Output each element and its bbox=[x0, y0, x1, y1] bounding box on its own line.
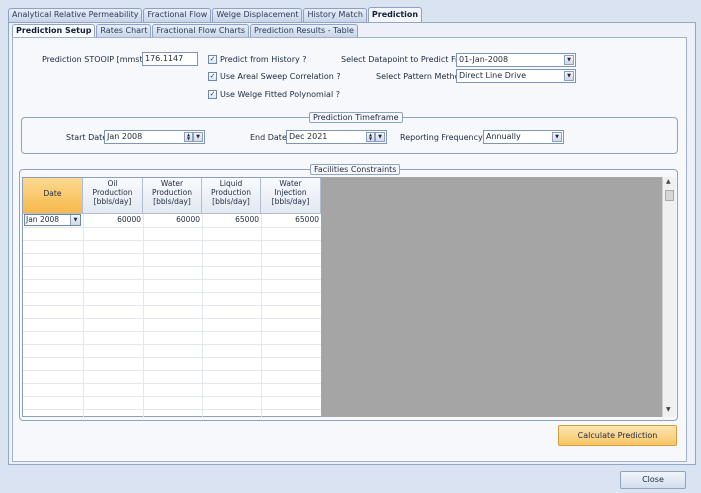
chevron-down-icon[interactable]: ▼ bbox=[564, 71, 574, 81]
tab-welge-displacement[interactable]: Welge Displacement bbox=[212, 8, 303, 22]
welge-polynomial-label: Use Welge Fitted Polynomial ? bbox=[220, 90, 340, 99]
header-text: Date bbox=[43, 189, 62, 198]
grid-row-line bbox=[23, 344, 321, 345]
header-text: Liquid bbox=[219, 179, 243, 188]
datapoint-label: Select Datapoint to Predict From bbox=[341, 55, 471, 64]
header-text: Injection bbox=[274, 188, 307, 197]
chevron-down-icon[interactable]: ▼ bbox=[552, 132, 562, 142]
grid-row-line bbox=[23, 357, 321, 358]
date-cell-value: Jan 2008 bbox=[26, 215, 60, 224]
pattern-method-value: Direct Line Drive bbox=[459, 71, 527, 80]
reporting-frequency-value: Annually bbox=[486, 132, 521, 141]
reporting-frequency-select[interactable]: Annually ▼ bbox=[483, 130, 564, 144]
stooip-label: Prediction STOOIP [mmstb] bbox=[42, 55, 151, 64]
grid-empty-area bbox=[321, 177, 662, 417]
facilities-constraints-title: Facilities Constraints bbox=[310, 164, 401, 175]
grid-row-line bbox=[23, 383, 321, 384]
stooip-input[interactable]: 176.1147 bbox=[142, 52, 198, 66]
table-row[interactable]: Jan 2008 ▼ bbox=[23, 214, 83, 227]
grid-column-line bbox=[83, 214, 84, 417]
grid-row-line bbox=[23, 253, 321, 254]
calculate-prediction-button[interactable]: Calculate Prediction bbox=[558, 425, 677, 446]
main-tab-strip: Analytical Relative Permeability Fractio… bbox=[8, 7, 423, 22]
datapoint-value: 01-Jan-2008 bbox=[459, 55, 509, 64]
end-date-label: End Date bbox=[250, 133, 287, 142]
predict-from-history-label: Predict from History ? bbox=[220, 55, 307, 64]
column-header-liquid-production[interactable]: Liquid Production [bbls/day] bbox=[202, 178, 261, 214]
header-text: Production bbox=[92, 188, 133, 197]
end-date-picker[interactable]: Dec 2021 ▲ ▼ ▼ bbox=[286, 130, 387, 144]
chevron-down-icon[interactable]: ▼ bbox=[564, 55, 574, 65]
scroll-down-icon[interactable]: ▼ bbox=[666, 406, 671, 413]
header-text: [bbls/day] bbox=[93, 197, 132, 206]
header-text: [bbls/day] bbox=[271, 197, 310, 206]
areal-sweep-label: Use Areal Sweep Correlation ? bbox=[220, 72, 341, 81]
spin-updown-icon[interactable]: ▲ ▼ bbox=[184, 132, 193, 142]
grid-row-line bbox=[23, 292, 321, 293]
grid-row-line bbox=[23, 279, 321, 280]
grid-row-line bbox=[23, 331, 321, 332]
grid-row-line bbox=[23, 396, 321, 397]
prediction-timeframe-title: Prediction Timeframe bbox=[309, 112, 403, 123]
grid-row-line bbox=[23, 370, 321, 371]
tab-fractional-flow[interactable]: Fractional Flow bbox=[143, 8, 212, 22]
oil-production-cell[interactable]: 60000 bbox=[83, 214, 143, 227]
column-header-water-injection[interactable]: Water Injection [bbls/day] bbox=[261, 178, 321, 214]
spin-updown-icon[interactable]: ▲ ▼ bbox=[366, 132, 375, 142]
column-header-date[interactable]: Date bbox=[23, 178, 83, 214]
header-text: Production bbox=[211, 188, 251, 197]
chevron-down-icon[interactable]: ▼ bbox=[193, 132, 203, 142]
close-button[interactable]: Close bbox=[620, 471, 686, 489]
grid-row-line bbox=[23, 318, 321, 319]
chevron-down-icon[interactable]: ▼ bbox=[375, 132, 385, 142]
tab-rates-chart[interactable]: Rates Chart bbox=[96, 24, 152, 37]
tab-prediction[interactable]: Prediction bbox=[367, 7, 423, 22]
start-date-label: Start Date bbox=[66, 133, 108, 142]
column-header-oil-production[interactable]: Oil Production [bbls/day] bbox=[83, 178, 143, 214]
welge-polynomial-checkbox[interactable]: ✓ bbox=[208, 90, 217, 99]
grid-row-line bbox=[23, 266, 321, 267]
water-production-cell[interactable]: 60000 bbox=[143, 214, 202, 227]
start-date-value: Jan 2008 bbox=[107, 132, 143, 141]
pattern-method-select[interactable]: Direct Line Drive ▼ bbox=[456, 69, 576, 83]
areal-sweep-checkbox[interactable]: ✓ bbox=[208, 72, 217, 81]
grid-column-line bbox=[143, 214, 144, 417]
header-text: [bbls/day] bbox=[212, 197, 250, 206]
tab-fractional-flow-charts[interactable]: Fractional Flow Charts bbox=[152, 24, 250, 37]
header-text: [bbls/day] bbox=[153, 197, 191, 206]
start-date-picker[interactable]: Jan 2008 ▲ ▼ ▼ bbox=[104, 130, 205, 144]
grid-column-line bbox=[202, 214, 203, 417]
grid-vertical-scrollbar[interactable]: ▲ ▼ bbox=[662, 177, 676, 417]
tab-analytical-relative-permeability[interactable]: Analytical Relative Permeability bbox=[8, 8, 143, 22]
grid-row-line bbox=[23, 227, 321, 228]
grid-row-line bbox=[23, 240, 321, 241]
end-date-value: Dec 2021 bbox=[289, 132, 328, 141]
datapoint-select[interactable]: 01-Jan-2008 ▼ bbox=[456, 53, 576, 67]
column-header-water-production[interactable]: Water Production [bbls/day] bbox=[143, 178, 202, 214]
liquid-production-cell[interactable]: 65000 bbox=[202, 214, 261, 227]
scroll-thumb[interactable] bbox=[665, 190, 674, 201]
sub-tab-strip: Prediction Setup Rates Chart Fractional … bbox=[12, 24, 359, 37]
tab-history-match[interactable]: History Match bbox=[303, 8, 367, 22]
tab-prediction-setup[interactable]: Prediction Setup bbox=[12, 24, 96, 37]
tab-prediction-results-table[interactable]: Prediction Results - Table bbox=[250, 24, 358, 37]
grid-row-line bbox=[23, 409, 321, 410]
grid-row-line bbox=[23, 305, 321, 306]
predict-from-history-checkbox[interactable]: ✓ bbox=[208, 55, 217, 64]
header-text: Production bbox=[152, 188, 192, 197]
header-text: Oil bbox=[107, 179, 118, 188]
date-cell-editor[interactable]: Jan 2008 ▼ bbox=[24, 214, 81, 226]
water-injection-cell[interactable]: 65000 bbox=[261, 214, 321, 227]
pattern-method-label: Select Pattern Method bbox=[376, 72, 465, 81]
header-text: Water bbox=[279, 179, 302, 188]
reporting-frequency-label: Reporting Frequency bbox=[400, 133, 483, 142]
grid-column-line bbox=[261, 214, 262, 417]
header-text: Water bbox=[160, 179, 184, 188]
chevron-down-icon[interactable]: ▼ bbox=[70, 215, 80, 225]
scroll-up-icon[interactable]: ▲ bbox=[666, 178, 671, 185]
